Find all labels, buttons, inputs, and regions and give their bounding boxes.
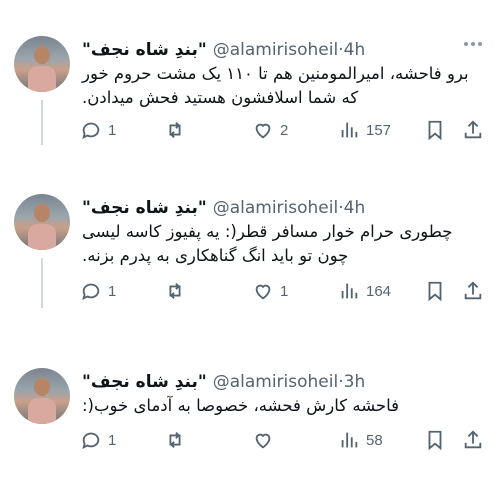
handle-time[interactable]: @alamirisoheil·4h <box>213 40 366 60</box>
avatar[interactable] <box>14 368 70 424</box>
tweet-text: چطوری حرام خوار مسافر قطر(: یه پفیوز کاس… <box>82 220 492 268</box>
bookmark-icon <box>428 120 442 141</box>
retweet-icon <box>169 432 181 448</box>
reply-icon <box>82 283 100 301</box>
views-count: 157 <box>366 121 392 139</box>
like-button[interactable]: 2 <box>252 117 288 143</box>
tweet-text: فاحشه کارش فحشه، خصوصا به آدمای خوب(: <box>82 394 492 418</box>
views-button[interactable]: 164 <box>338 278 391 304</box>
views-count: 58 <box>366 431 383 449</box>
like-count: 1 <box>280 282 289 300</box>
tweet[interactable]: "بندِ شاه نجف" @alamirisoheil·3h فاحشه ک… <box>0 368 500 468</box>
share-icon <box>464 281 482 300</box>
reply-icon <box>82 432 100 450</box>
like-button[interactable] <box>252 427 280 453</box>
retweet-button[interactable] <box>164 117 192 143</box>
retweet-button[interactable] <box>164 427 192 453</box>
bookmark-icon <box>428 430 442 451</box>
handle-time[interactable]: @alamirisoheil·3h <box>213 372 366 392</box>
avatar[interactable] <box>14 36 70 92</box>
views-icon <box>341 283 358 299</box>
action-bar: 1 1 164 <box>80 278 488 304</box>
like-icon <box>255 433 271 449</box>
bookmark-icon <box>428 281 442 302</box>
action-bar: 1 2 157 <box>80 117 488 143</box>
display-name[interactable]: "بندِ شاه نجف" <box>82 372 207 392</box>
tweet-text-line: فاحشه کارش فحشه، خصوصا به آدمای خوب(: <box>82 396 400 415</box>
share-button[interactable] <box>462 427 484 453</box>
bookmark-button[interactable] <box>424 427 446 453</box>
bookmark-button[interactable] <box>424 117 446 143</box>
tweet-text-line: چون تو باید انگ گناهکاری به پدرم بزنه. <box>82 246 349 265</box>
tweet-header: "بندِ شاه نجف" @alamirisoheil·3h <box>82 370 365 394</box>
retweet-icon <box>169 283 181 299</box>
views-button[interactable]: 58 <box>338 427 383 453</box>
reply-count: 1 <box>108 282 117 300</box>
tweet[interactable]: "بندِ شاه نجف" @alamirisoheil·4h برو فاح… <box>0 36 500 156</box>
views-button[interactable]: 157 <box>338 117 391 143</box>
tweet-text: برو فاحشه، امیرالمومنین هم تا ۱۱۰ یک مشت… <box>82 62 492 110</box>
views-icon <box>341 432 358 448</box>
action-bar: 1 58 <box>80 427 488 453</box>
share-icon <box>464 430 482 449</box>
like-button[interactable]: 1 <box>252 278 288 304</box>
views-count: 164 <box>366 282 392 300</box>
tweet-text-line: برو فاحشه، امیرالمومنین هم تا ۱۱۰ یک مشت… <box>82 64 469 83</box>
reply-icon <box>82 122 100 140</box>
tweet-header: "بندِ شاه نجف" @alamirisoheil·4h <box>82 38 365 62</box>
like-icon <box>255 123 271 139</box>
tweet[interactable]: "بندِ شاه نجف" @alamirisoheil·4h چطوری ح… <box>0 194 500 314</box>
reply-count: 1 <box>108 431 117 449</box>
more-icon[interactable] <box>464 42 482 46</box>
bookmark-button[interactable] <box>424 278 446 304</box>
display-name[interactable]: "بندِ شاه نجف" <box>82 40 207 60</box>
reply-button[interactable]: 1 <box>80 117 116 143</box>
retweet-button[interactable] <box>164 278 192 304</box>
share-button[interactable] <box>462 278 484 304</box>
handle-time[interactable]: @alamirisoheil·4h <box>213 198 366 218</box>
reply-button[interactable]: 1 <box>80 278 116 304</box>
share-button[interactable] <box>462 117 484 143</box>
reply-count: 1 <box>108 121 117 139</box>
reply-button[interactable]: 1 <box>80 427 116 453</box>
retweet-icon <box>169 122 181 138</box>
share-icon <box>464 120 482 139</box>
views-icon <box>341 122 358 138</box>
tweet-text-line: که شما اسلافشون هستید فحش میدادن. <box>82 88 359 107</box>
tweet-header: "بندِ شاه نجف" @alamirisoheil·4h <box>82 196 365 220</box>
like-count: 2 <box>280 121 289 139</box>
avatar[interactable] <box>14 194 70 250</box>
like-icon <box>255 284 271 300</box>
display-name[interactable]: "بندِ شاه نجف" <box>82 198 207 218</box>
tweet-text-line: چطوری حرام خوار مسافر قطر(: یه پفیوز کاس… <box>82 222 453 241</box>
